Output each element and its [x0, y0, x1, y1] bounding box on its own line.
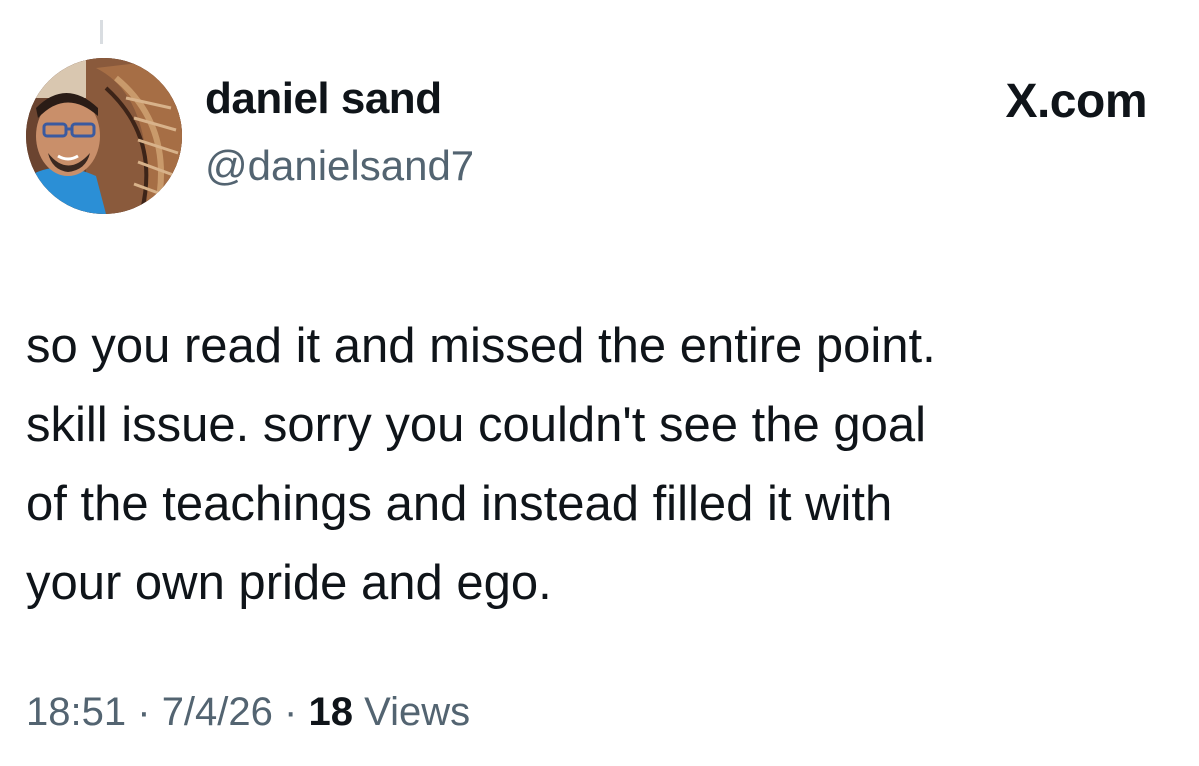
meta-separator: · [137, 690, 151, 734]
tweet-time[interactable]: 18:51 [26, 690, 126, 734]
author-handle[interactable]: @danielsand7 [205, 142, 474, 190]
author-name[interactable]: daniel sand [205, 74, 442, 124]
tweet-date[interactable]: 7/4/26 [162, 690, 273, 734]
views-label: Views [364, 690, 471, 734]
tweet-meta: 18:51 · 7/4/26 · 18 Views [26, 690, 470, 735]
profile-photo-icon [26, 58, 182, 214]
meta-separator: · [284, 690, 298, 734]
x-brand-logo: X.com [1005, 75, 1147, 128]
tweet-text: so you read it and missed the entire poi… [26, 319, 936, 610]
views-count: 18 [308, 690, 353, 734]
avatar[interactable] [26, 58, 182, 214]
top-divider-mark [100, 20, 103, 44]
